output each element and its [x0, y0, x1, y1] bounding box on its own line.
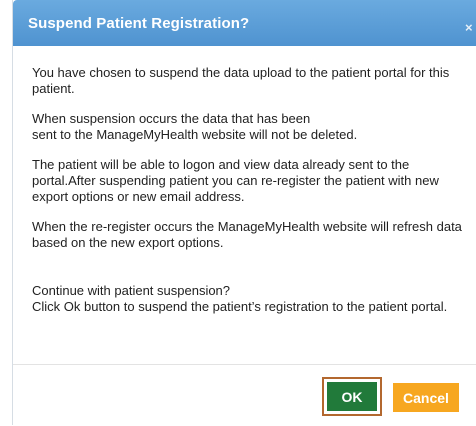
message-paragraph-2: When suspension occurs the data that has… [32, 111, 358, 142]
message-paragraph-3: The patient will be able to logon and vi… [32, 157, 439, 204]
dialog-footer: OK Cancel [13, 364, 476, 426]
ok-button[interactable]: OK [327, 382, 377, 411]
ok-button-highlight: OK [322, 377, 382, 416]
cancel-button[interactable]: Cancel [393, 383, 459, 412]
close-icon[interactable]: × [465, 21, 476, 34]
message-paragraph-4: When the re-register occurs the ManageMy… [32, 219, 462, 250]
suspend-registration-dialog: Suspend Patient Registration? × You have… [12, 0, 476, 426]
dialog-titlebar: Suspend Patient Registration? × [13, 0, 476, 46]
message-paragraph-1: You have chosen to suspend the data uplo… [32, 65, 450, 96]
dialog-body: You have chosen to suspend the data uplo… [32, 65, 474, 329]
dialog-title: Suspend Patient Registration? [28, 15, 250, 32]
confirm-question: Continue with patient suspension? Click … [32, 283, 448, 314]
